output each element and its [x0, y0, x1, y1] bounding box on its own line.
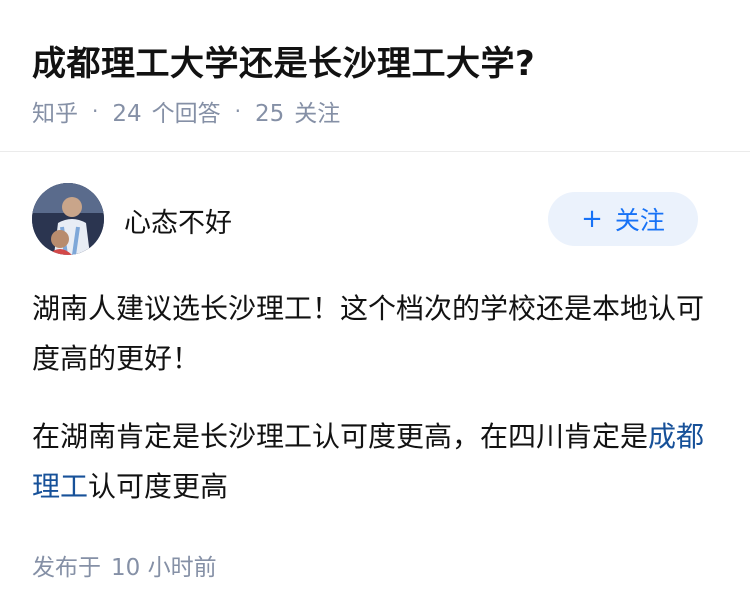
answer-content: 湖南人建议选长沙理工！这个档次的学校还是本地认可度高的更好！ 在湖南肯定是长沙理…	[32, 284, 722, 540]
answer-paragraph: 湖南人建议选长沙理工！这个档次的学校还是本地认可度高的更好！	[32, 292, 705, 375]
answers-count: 24	[112, 101, 142, 127]
followers-count-link[interactable]: 25 关注	[255, 94, 340, 128]
question-header: 成都理工大学还是长沙理工大学? 知乎 · 24 个回答 · 25 关注	[0, 0, 750, 152]
separator-dot: ·	[234, 99, 241, 123]
paragraph-text: 认可度更高	[88, 470, 229, 503]
answers-label: 个回答	[151, 101, 221, 127]
author-name[interactable]: 心态不好	[124, 201, 232, 240]
published-label: 发布于	[32, 555, 101, 581]
paragraph-text: 在湖南肯定是长沙理工认可度更高，在四川肯定是	[32, 420, 649, 453]
avatar[interactable]	[32, 183, 104, 255]
question-title[interactable]: 成都理工大学还是长沙理工大学?	[32, 36, 535, 85]
published-value: 10 小时前	[111, 555, 217, 581]
answer-author: 心态不好 + 关注	[32, 183, 718, 255]
answers-count-link[interactable]: 24 个回答	[112, 94, 220, 128]
section-divider	[0, 151, 750, 152]
separator-dot: ·	[92, 99, 99, 123]
followers-label: 关注	[294, 101, 341, 127]
follow-button[interactable]: + 关注	[548, 192, 698, 246]
answer-paragraph: 在湖南肯定是长沙理工认可度更高，在四川肯定是成都理工认可度更高	[32, 412, 722, 512]
question-meta: 知乎 · 24 个回答 · 25 关注	[32, 94, 340, 128]
source-label[interactable]: 知乎	[32, 94, 78, 128]
follow-label: 关注	[614, 206, 665, 235]
published-time: 发布于 10 小时前	[32, 548, 217, 582]
followers-count: 25	[255, 101, 285, 127]
plus-icon: +	[581, 204, 603, 234]
